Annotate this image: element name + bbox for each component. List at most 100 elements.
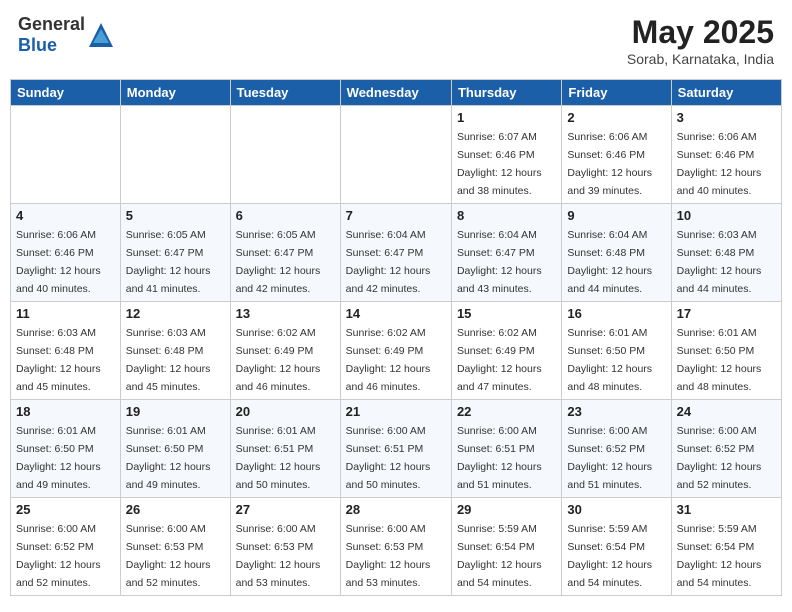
- day-number: 7: [346, 208, 446, 223]
- day-number: 23: [567, 404, 665, 419]
- table-row: 26 Sunrise: 6:00 AMSunset: 6:53 PMDaylig…: [120, 498, 230, 596]
- cell-detail: Sunrise: 6:04 AMSunset: 6:48 PMDaylight:…: [567, 229, 652, 295]
- header-thursday: Thursday: [451, 80, 561, 106]
- cell-detail: Sunrise: 6:00 AMSunset: 6:53 PMDaylight:…: [126, 523, 211, 589]
- table-row: 13 Sunrise: 6:02 AMSunset: 6:49 PMDaylig…: [230, 302, 340, 400]
- day-number: 16: [567, 306, 665, 321]
- day-number: 20: [236, 404, 335, 419]
- table-row: 1 Sunrise: 6:07 AMSunset: 6:46 PMDayligh…: [451, 106, 561, 204]
- day-number: 12: [126, 306, 225, 321]
- table-row: 4 Sunrise: 6:06 AMSunset: 6:46 PMDayligh…: [11, 204, 121, 302]
- table-row: [120, 106, 230, 204]
- table-row: 28 Sunrise: 6:00 AMSunset: 6:53 PMDaylig…: [340, 498, 451, 596]
- cell-detail: Sunrise: 6:00 AMSunset: 6:51 PMDaylight:…: [457, 425, 542, 491]
- day-number: 10: [677, 208, 776, 223]
- day-number: 9: [567, 208, 665, 223]
- cell-detail: Sunrise: 6:03 AMSunset: 6:48 PMDaylight:…: [16, 327, 101, 393]
- day-number: 1: [457, 110, 556, 125]
- day-number: 28: [346, 502, 446, 517]
- table-row: 24 Sunrise: 6:00 AMSunset: 6:52 PMDaylig…: [671, 400, 781, 498]
- logo-general: General: [18, 14, 85, 34]
- cell-detail: Sunrise: 6:05 AMSunset: 6:47 PMDaylight:…: [126, 229, 211, 295]
- day-number: 14: [346, 306, 446, 321]
- page-header: General Blue May 2025 Sorab, Karnataka, …: [10, 10, 782, 71]
- table-row: 5 Sunrise: 6:05 AMSunset: 6:47 PMDayligh…: [120, 204, 230, 302]
- table-row: 2 Sunrise: 6:06 AMSunset: 6:46 PMDayligh…: [562, 106, 671, 204]
- table-row: 21 Sunrise: 6:00 AMSunset: 6:51 PMDaylig…: [340, 400, 451, 498]
- month-year-title: May 2025: [627, 14, 774, 51]
- table-row: 23 Sunrise: 6:00 AMSunset: 6:52 PMDaylig…: [562, 400, 671, 498]
- cell-detail: Sunrise: 6:06 AMSunset: 6:46 PMDaylight:…: [16, 229, 101, 295]
- cell-detail: Sunrise: 6:05 AMSunset: 6:47 PMDaylight:…: [236, 229, 321, 295]
- day-number: 6: [236, 208, 335, 223]
- table-row: 31 Sunrise: 5:59 AMSunset: 6:54 PMDaylig…: [671, 498, 781, 596]
- location-subtitle: Sorab, Karnataka, India: [627, 51, 774, 67]
- calendar-week-3: 11 Sunrise: 6:03 AMSunset: 6:48 PMDaylig…: [11, 302, 782, 400]
- table-row: 27 Sunrise: 6:00 AMSunset: 6:53 PMDaylig…: [230, 498, 340, 596]
- table-row: 12 Sunrise: 6:03 AMSunset: 6:48 PMDaylig…: [120, 302, 230, 400]
- table-row: [340, 106, 451, 204]
- cell-detail: Sunrise: 6:01 AMSunset: 6:50 PMDaylight:…: [16, 425, 101, 491]
- cell-detail: Sunrise: 6:01 AMSunset: 6:50 PMDaylight:…: [126, 425, 211, 491]
- cell-detail: Sunrise: 6:00 AMSunset: 6:53 PMDaylight:…: [236, 523, 321, 589]
- day-number: 4: [16, 208, 115, 223]
- day-number: 3: [677, 110, 776, 125]
- cell-detail: Sunrise: 6:07 AMSunset: 6:46 PMDaylight:…: [457, 131, 542, 197]
- calendar-header-row: Sunday Monday Tuesday Wednesday Thursday…: [11, 80, 782, 106]
- day-number: 15: [457, 306, 556, 321]
- cell-detail: Sunrise: 6:01 AMSunset: 6:51 PMDaylight:…: [236, 425, 321, 491]
- day-number: 27: [236, 502, 335, 517]
- logo-icon: [87, 21, 115, 49]
- header-monday: Monday: [120, 80, 230, 106]
- cell-detail: Sunrise: 6:01 AMSunset: 6:50 PMDaylight:…: [567, 327, 652, 393]
- cell-detail: Sunrise: 6:01 AMSunset: 6:50 PMDaylight:…: [677, 327, 762, 393]
- header-wednesday: Wednesday: [340, 80, 451, 106]
- calendar-week-5: 25 Sunrise: 6:00 AMSunset: 6:52 PMDaylig…: [11, 498, 782, 596]
- calendar-table: Sunday Monday Tuesday Wednesday Thursday…: [10, 79, 782, 596]
- day-number: 24: [677, 404, 776, 419]
- cell-detail: Sunrise: 6:00 AMSunset: 6:52 PMDaylight:…: [16, 523, 101, 589]
- cell-detail: Sunrise: 5:59 AMSunset: 6:54 PMDaylight:…: [677, 523, 762, 589]
- day-number: 30: [567, 502, 665, 517]
- day-number: 26: [126, 502, 225, 517]
- cell-detail: Sunrise: 5:59 AMSunset: 6:54 PMDaylight:…: [567, 523, 652, 589]
- calendar-week-2: 4 Sunrise: 6:06 AMSunset: 6:46 PMDayligh…: [11, 204, 782, 302]
- cell-detail: Sunrise: 6:04 AMSunset: 6:47 PMDaylight:…: [457, 229, 542, 295]
- calendar-week-4: 18 Sunrise: 6:01 AMSunset: 6:50 PMDaylig…: [11, 400, 782, 498]
- table-row: 19 Sunrise: 6:01 AMSunset: 6:50 PMDaylig…: [120, 400, 230, 498]
- logo: General Blue: [18, 14, 115, 56]
- table-row: 17 Sunrise: 6:01 AMSunset: 6:50 PMDaylig…: [671, 302, 781, 400]
- table-row: 20 Sunrise: 6:01 AMSunset: 6:51 PMDaylig…: [230, 400, 340, 498]
- table-row: 15 Sunrise: 6:02 AMSunset: 6:49 PMDaylig…: [451, 302, 561, 400]
- day-number: 19: [126, 404, 225, 419]
- table-row: 9 Sunrise: 6:04 AMSunset: 6:48 PMDayligh…: [562, 204, 671, 302]
- header-sunday: Sunday: [11, 80, 121, 106]
- calendar-week-1: 1 Sunrise: 6:07 AMSunset: 6:46 PMDayligh…: [11, 106, 782, 204]
- day-number: 13: [236, 306, 335, 321]
- cell-detail: Sunrise: 6:06 AMSunset: 6:46 PMDaylight:…: [567, 131, 652, 197]
- cell-detail: Sunrise: 5:59 AMSunset: 6:54 PMDaylight:…: [457, 523, 542, 589]
- cell-detail: Sunrise: 6:03 AMSunset: 6:48 PMDaylight:…: [126, 327, 211, 393]
- title-area: May 2025 Sorab, Karnataka, India: [627, 14, 774, 67]
- cell-detail: Sunrise: 6:04 AMSunset: 6:47 PMDaylight:…: [346, 229, 431, 295]
- cell-detail: Sunrise: 6:02 AMSunset: 6:49 PMDaylight:…: [457, 327, 542, 393]
- day-number: 22: [457, 404, 556, 419]
- table-row: 11 Sunrise: 6:03 AMSunset: 6:48 PMDaylig…: [11, 302, 121, 400]
- cell-detail: Sunrise: 6:02 AMSunset: 6:49 PMDaylight:…: [236, 327, 321, 393]
- table-row: [230, 106, 340, 204]
- table-row: 16 Sunrise: 6:01 AMSunset: 6:50 PMDaylig…: [562, 302, 671, 400]
- table-row: 3 Sunrise: 6:06 AMSunset: 6:46 PMDayligh…: [671, 106, 781, 204]
- table-row: 30 Sunrise: 5:59 AMSunset: 6:54 PMDaylig…: [562, 498, 671, 596]
- table-row: 10 Sunrise: 6:03 AMSunset: 6:48 PMDaylig…: [671, 204, 781, 302]
- cell-detail: Sunrise: 6:06 AMSunset: 6:46 PMDaylight:…: [677, 131, 762, 197]
- cell-detail: Sunrise: 6:00 AMSunset: 6:51 PMDaylight:…: [346, 425, 431, 491]
- cell-detail: Sunrise: 6:02 AMSunset: 6:49 PMDaylight:…: [346, 327, 431, 393]
- day-number: 11: [16, 306, 115, 321]
- table-row: 6 Sunrise: 6:05 AMSunset: 6:47 PMDayligh…: [230, 204, 340, 302]
- table-row: 8 Sunrise: 6:04 AMSunset: 6:47 PMDayligh…: [451, 204, 561, 302]
- day-number: 17: [677, 306, 776, 321]
- day-number: 31: [677, 502, 776, 517]
- table-row: 14 Sunrise: 6:02 AMSunset: 6:49 PMDaylig…: [340, 302, 451, 400]
- day-number: 8: [457, 208, 556, 223]
- table-row: 7 Sunrise: 6:04 AMSunset: 6:47 PMDayligh…: [340, 204, 451, 302]
